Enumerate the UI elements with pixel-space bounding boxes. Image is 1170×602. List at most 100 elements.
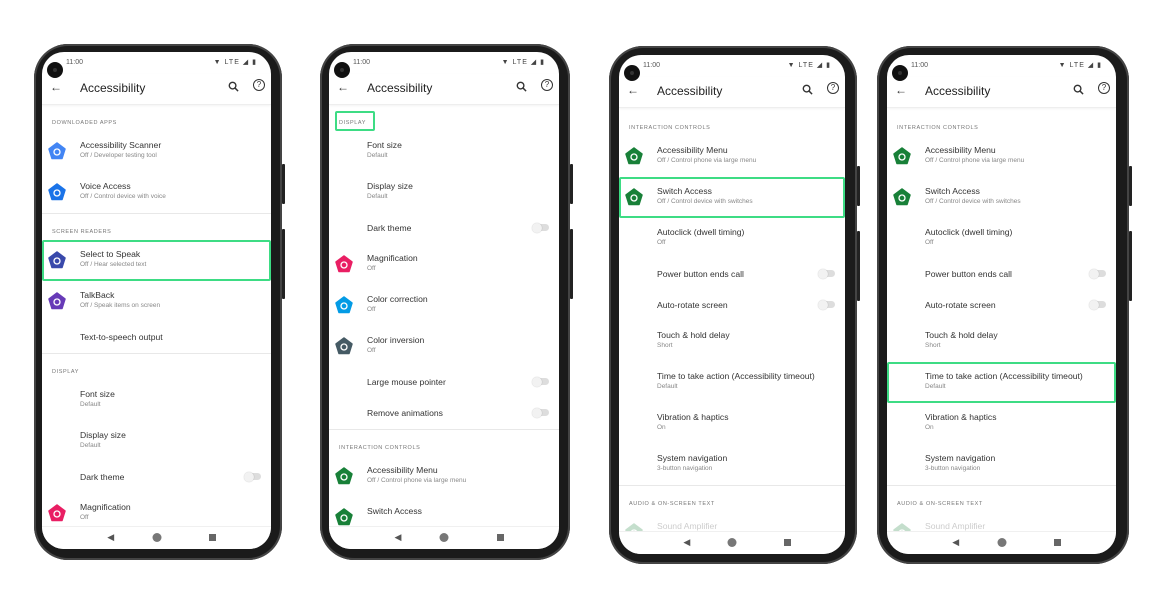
nav-home-icon[interactable] bbox=[997, 538, 1006, 547]
search-icon[interactable] bbox=[802, 82, 813, 100]
setting-row[interactable]: Auto-rotate screen bbox=[887, 290, 1116, 321]
setting-title: Color inversion bbox=[367, 335, 425, 345]
back-arrow-icon[interactable]: ← bbox=[337, 80, 349, 94]
screen: 11:00 ▼ LTE ◢ ▮ ← Accessibility? DISPLAY Font… bbox=[329, 52, 559, 549]
setting-subtitle: 3-button navigation bbox=[657, 465, 713, 472]
setting-row[interactable]: Font size Default bbox=[329, 131, 559, 172]
navigation-bar: ◀ bbox=[42, 526, 271, 549]
setting-row[interactable]: Select to Speak Off / Hear selected text bbox=[42, 240, 271, 281]
help-icon[interactable]: ? bbox=[1098, 82, 1110, 94]
setting-row[interactable]: Display size Default bbox=[42, 421, 271, 462]
setting-row[interactable]: Font size Default bbox=[42, 380, 271, 421]
status-time: 11:00 bbox=[66, 59, 83, 66]
settings-list: DOWNLOADED APPS Accessibility Scanner Off … bbox=[42, 105, 271, 534]
section-header: INTERACTION CONTROLS bbox=[887, 110, 1116, 136]
toggle-switch[interactable] bbox=[1089, 268, 1106, 279]
toggle-switch[interactable] bbox=[818, 268, 835, 279]
setting-row[interactable]: Touch & hold delay Short bbox=[619, 321, 845, 362]
status-time: 11:00 bbox=[643, 62, 660, 69]
back-arrow-icon[interactable]: ← bbox=[50, 80, 62, 94]
toggle-switch[interactable] bbox=[532, 222, 549, 233]
setting-row[interactable]: Voice Access Off / Control device with vo… bbox=[42, 172, 271, 213]
search-icon[interactable] bbox=[228, 79, 239, 97]
toggle-switch[interactable] bbox=[244, 471, 261, 482]
search-icon[interactable] bbox=[516, 79, 527, 97]
setting-row[interactable]: System navigation 3-button navigation bbox=[887, 444, 1116, 485]
setting-row[interactable]: Switch Access Off / Control device with s… bbox=[887, 177, 1116, 218]
setting-row[interactable]: Dark theme bbox=[42, 462, 271, 493]
setting-row[interactable]: Remove animations bbox=[329, 398, 559, 429]
setting-row[interactable]: Text-to-speech output bbox=[42, 322, 271, 353]
setting-row[interactable]: Time to take action (Accessibility timeo… bbox=[619, 362, 845, 403]
setting-title: Font size bbox=[80, 389, 115, 399]
setting-row[interactable]: Accessibility Scanner Off / Developer tes… bbox=[42, 131, 271, 172]
nav-back-icon[interactable]: ◀ bbox=[952, 537, 959, 548]
nav-back-icon[interactable]: ◀ bbox=[107, 532, 114, 543]
section-header: SCREEN READERS bbox=[42, 214, 271, 240]
nav-recents-icon[interactable] bbox=[1054, 539, 1062, 546]
setting-row[interactable]: Vibration & haptics On bbox=[887, 403, 1116, 444]
setting-row[interactable]: Color correction Off bbox=[329, 285, 559, 326]
help-icon[interactable]: ? bbox=[253, 79, 265, 91]
setting-row[interactable]: Accessibility Menu Off / Control phone vi… bbox=[619, 136, 845, 177]
setting-row[interactable]: Power button ends call bbox=[887, 259, 1116, 290]
setting-row[interactable]: Vibration & haptics On bbox=[619, 403, 845, 444]
setting-title: Time to take action (Accessibility timeo… bbox=[657, 371, 815, 381]
toggle-switch[interactable] bbox=[1089, 299, 1106, 310]
section-label: INTERACTION CONTROLS bbox=[339, 445, 421, 451]
nav-back-icon[interactable]: ◀ bbox=[683, 537, 690, 548]
nav-recents-icon[interactable] bbox=[783, 539, 791, 546]
phone-3: 11:00 ▼ LTE ◢ ▮ ← Accessibility? INTERACTION… bbox=[609, 46, 860, 564]
setting-row[interactable]: Accessibility Menu Off / Control phone vi… bbox=[329, 456, 559, 497]
setting-title: Touch & hold delay bbox=[925, 330, 998, 340]
setting-title: Auto-rotate screen bbox=[925, 300, 996, 310]
setting-row[interactable]: Time to take action (Accessibility timeo… bbox=[887, 362, 1116, 403]
setting-title: Switch Access bbox=[367, 506, 422, 516]
nav-recents-icon[interactable] bbox=[209, 534, 217, 541]
setting-row[interactable]: Auto-rotate screen bbox=[619, 290, 845, 321]
help-icon[interactable]: ? bbox=[827, 82, 839, 94]
phone-4: 11:00 ▼ LTE ◢ ▮ ← Accessibility? INTERACTION… bbox=[877, 46, 1132, 564]
nav-home-icon[interactable] bbox=[727, 538, 737, 547]
setting-title: Magnification bbox=[80, 502, 131, 512]
toggle-switch[interactable] bbox=[532, 376, 549, 387]
setting-row[interactable]: Accessibility Menu Off / Control phone vi… bbox=[887, 136, 1116, 177]
setting-row[interactable]: Large mouse pointer bbox=[329, 367, 559, 398]
setting-row[interactable]: TalkBack Off / Speak items on screen bbox=[42, 281, 271, 322]
setting-row[interactable]: System navigation 3-button navigation bbox=[619, 444, 845, 485]
setting-row[interactable]: Autoclick (dwell timing) Off bbox=[887, 218, 1116, 259]
magnification-icon bbox=[335, 255, 353, 273]
nav-recents-icon[interactable] bbox=[496, 534, 504, 541]
setting-row[interactable]: Touch & hold delay Short bbox=[887, 321, 1116, 362]
setting-subtitle: Off / Developer testing tool bbox=[80, 152, 157, 159]
setting-row[interactable]: Autoclick (dwell timing) Off bbox=[619, 218, 845, 259]
app-bar: ← Accessibility? bbox=[619, 77, 845, 108]
search-icon[interactable] bbox=[1073, 82, 1084, 100]
page-title: Accessibility bbox=[80, 81, 146, 95]
status-time: 11:00 bbox=[911, 62, 928, 69]
help-icon[interactable]: ? bbox=[541, 79, 553, 91]
setting-row[interactable]: Color inversion Off bbox=[329, 326, 559, 367]
toggle-switch[interactable] bbox=[818, 299, 835, 310]
setting-row[interactable]: Magnification Off bbox=[329, 244, 559, 285]
setting-row[interactable]: Switch Access Off / Control device with s… bbox=[619, 177, 845, 218]
setting-row[interactable]: Display size Default bbox=[329, 172, 559, 213]
back-arrow-icon[interactable]: ← bbox=[627, 83, 639, 97]
setting-subtitle: Short bbox=[925, 342, 941, 349]
switch-access-icon bbox=[335, 508, 353, 526]
setting-title: Magnification bbox=[367, 253, 418, 263]
setting-subtitle: Off / Control device with switches bbox=[925, 198, 1021, 205]
nav-home-icon[interactable] bbox=[152, 533, 161, 542]
navigation-bar: ◀ bbox=[619, 531, 845, 554]
setting-row[interactable]: Power button ends call bbox=[619, 259, 845, 290]
back-arrow-icon[interactable]: ← bbox=[895, 83, 907, 97]
nav-home-icon[interactable] bbox=[439, 533, 449, 542]
setting-title: Touch & hold delay bbox=[657, 330, 730, 340]
setting-title: Switch Access bbox=[657, 186, 712, 196]
toggle-switch[interactable] bbox=[532, 407, 549, 418]
accessibility-scanner-icon bbox=[48, 142, 66, 160]
volume-button bbox=[282, 229, 285, 299]
setting-subtitle: Default bbox=[367, 152, 388, 159]
setting-row[interactable]: Dark theme bbox=[329, 213, 559, 244]
nav-back-icon[interactable]: ◀ bbox=[395, 532, 402, 543]
